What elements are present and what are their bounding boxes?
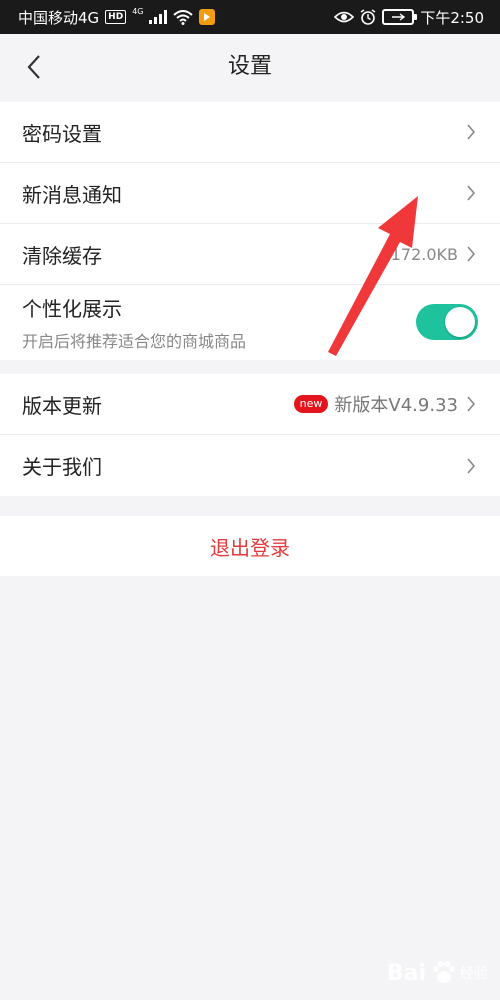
nav-header: 设置 [0, 34, 500, 100]
row-label: 关于我们 [22, 455, 102, 479]
new-badge: new [293, 395, 329, 413]
battery-icon [382, 9, 418, 25]
watermark-subtext: 经验 [460, 966, 488, 982]
annotation-arrow-icon [328, 196, 418, 356]
row-label: 版本更新 [22, 393, 102, 418]
eye-icon [334, 11, 355, 23]
wifi-icon [173, 9, 194, 25]
settings-group-app: 版本更新 new 新版本V4.9.33 关于我们 [0, 374, 500, 496]
toggle-knob [445, 307, 475, 337]
row-label: 密码设置 [22, 121, 102, 146]
logout-group: 退出登录 [0, 516, 500, 576]
status-time: 下午2:50 [420, 8, 484, 27]
version-value: 新版本V4.9.33 [334, 395, 458, 416]
row-password-settings[interactable]: 密码设置 [0, 102, 500, 163]
watermark-text: Bai [386, 960, 426, 986]
app-notification-icon [199, 9, 216, 25]
logout-button[interactable]: 退出登录 [0, 516, 500, 576]
signal-icon [149, 10, 168, 24]
row-about-us[interactable]: 关于我们 [0, 435, 500, 496]
chevron-left-icon [27, 55, 40, 79]
back-button[interactable] [14, 47, 54, 87]
chevron-right-icon [464, 183, 478, 203]
carrier-label: 中国移动4G [18, 8, 100, 27]
row-version-update[interactable]: 版本更新 new 新版本V4.9.33 [0, 374, 500, 435]
paw-logo-icon [433, 961, 455, 983]
chevron-right-icon [464, 244, 478, 264]
page-title: 设置 [227, 54, 272, 79]
alarm-icon [360, 9, 376, 25]
watermark: Bai 经验 [387, 960, 488, 986]
chevron-right-icon [464, 122, 478, 142]
logout-label: 退出登录 [210, 535, 290, 560]
network-type-label: 4G [132, 7, 144, 16]
chevron-right-icon [464, 456, 478, 476]
chevron-right-icon [464, 394, 478, 414]
status-bar: 中国移动4G HD 4G 下午2:50 [0, 0, 500, 34]
hd-icon: HD [105, 10, 127, 24]
